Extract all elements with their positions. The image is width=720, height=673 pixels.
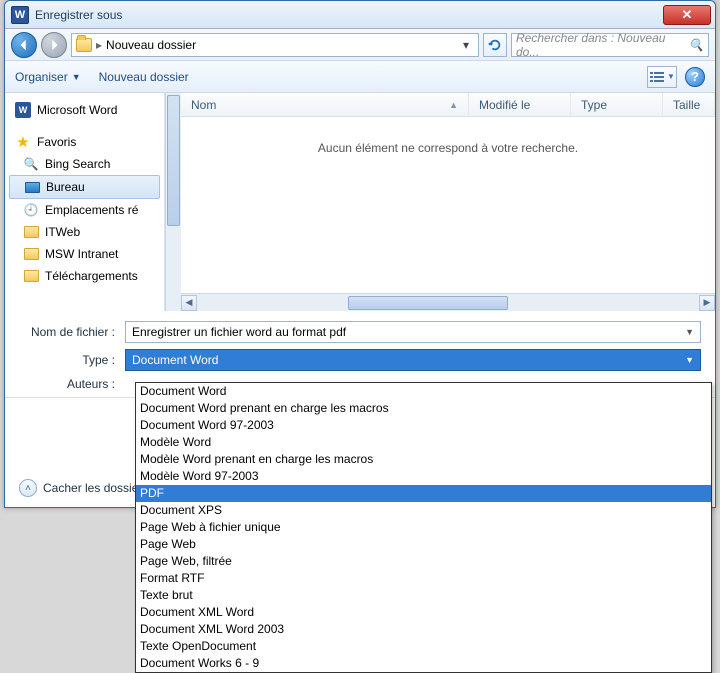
breadcrumb-location[interactable]: Nouveau dossier [106, 38, 196, 52]
list-view-icon [649, 71, 665, 83]
search-placeholder: Rechercher dans : Nouveau do... [516, 31, 685, 59]
column-size[interactable]: Taille [663, 93, 715, 116]
type-option[interactable]: Modèle Word prenant en charge les macros [136, 451, 711, 468]
tree-item-bureau[interactable]: Bureau [9, 175, 160, 199]
tree-item-bing[interactable]: 🔍 Bing Search [9, 153, 160, 175]
refresh-icon [488, 38, 502, 52]
type-option[interactable]: Document Works 6 - 9 [136, 655, 711, 672]
type-option[interactable]: Document XML Word [136, 604, 711, 621]
address-bar[interactable]: ▸ Nouveau dossier ▾ [71, 33, 479, 57]
forward-button[interactable] [41, 32, 67, 58]
back-button[interactable] [11, 32, 37, 58]
arrow-left-icon [17, 38, 31, 52]
chevron-up-icon: ˄ [19, 479, 37, 497]
type-dropdown-list[interactable]: Document WordDocument Word prenant en ch… [135, 382, 712, 673]
chevron-down-icon: ▼ [72, 72, 81, 82]
titlebar[interactable]: W Enregistrer sous ✕ [5, 1, 715, 29]
type-option[interactable]: Page Web, filtrée [136, 553, 711, 570]
folder-icon [76, 38, 92, 52]
recent-icon: 🕘 [23, 202, 39, 218]
type-option[interactable]: Modèle Word 97-2003 [136, 468, 711, 485]
new-folder-button[interactable]: Nouveau dossier [99, 70, 189, 84]
authors-label: Auteurs : [19, 377, 125, 391]
star-icon: ★ [15, 134, 31, 150]
window-title: Enregistrer sous [35, 8, 663, 22]
chevron-down-icon[interactable]: ▼ [685, 327, 694, 337]
filename-label: Nom de fichier : [19, 325, 125, 339]
type-option[interactable]: Document XPS [136, 502, 711, 519]
tree-item-downloads[interactable]: Téléchargements [9, 265, 160, 287]
scroll-left-button[interactable]: ◀ [181, 295, 197, 311]
column-headers[interactable]: Nom ▲ Modifié le Type Taille [181, 93, 715, 117]
scroll-right-button[interactable]: ▶ [699, 295, 715, 311]
desktop-icon [24, 179, 40, 195]
column-type[interactable]: Type [571, 93, 663, 116]
type-option[interactable]: Modèle Word [136, 434, 711, 451]
folder-icon [23, 246, 39, 262]
type-option[interactable]: Texte OpenDocument [136, 638, 711, 655]
word-icon: W [11, 6, 29, 24]
type-option[interactable]: Page Web [136, 536, 711, 553]
nav-bar: ▸ Nouveau dossier ▾ Rechercher dans : No… [5, 29, 715, 61]
type-option[interactable]: Page Web à fichier unique [136, 519, 711, 536]
type-option[interactable]: PDF [136, 485, 711, 502]
filename-input[interactable]: Enregistrer un fichier word au format pd… [125, 321, 701, 343]
column-name[interactable]: Nom ▲ [181, 93, 469, 116]
toolbar: Organiser ▼ Nouveau dossier ▼ ? [5, 61, 715, 93]
tree-item-favorites[interactable]: ★ Favoris [9, 131, 160, 153]
search-box[interactable]: Rechercher dans : Nouveau do... 🔍 [511, 33, 709, 57]
column-modified[interactable]: Modifié le [469, 93, 571, 116]
tree-item-msword[interactable]: W Microsoft Word [9, 99, 160, 121]
chevron-down-icon: ▼ [667, 72, 675, 81]
close-button[interactable]: ✕ [663, 5, 711, 25]
type-label: Type : [19, 353, 125, 367]
file-list[interactable]: Nom ▲ Modifié le Type Taille Aucun éléme… [181, 93, 715, 311]
empty-message: Aucun élément ne correspond à votre rech… [181, 117, 715, 179]
horizontal-scrollbar[interactable]: ◀ ▶ [181, 293, 715, 311]
search-icon: 🔍 [689, 37, 704, 53]
arrow-right-icon [47, 38, 61, 52]
sort-indicator-icon: ▲ [449, 100, 458, 110]
type-option[interactable]: Document Word 97-2003 [136, 417, 711, 434]
tree-item-msw[interactable]: MSW Intranet [9, 243, 160, 265]
tree-item-recent[interactable]: 🕘 Emplacements ré [9, 199, 160, 221]
folder-icon [23, 224, 39, 240]
chevron-down-icon[interactable]: ▼ [685, 355, 694, 365]
refresh-button[interactable] [483, 33, 507, 57]
hide-folders-toggle[interactable]: ˄ Cacher les dossier [19, 479, 142, 497]
breadcrumb-sep: ▸ [96, 38, 102, 52]
type-option[interactable]: Format RTF [136, 570, 711, 587]
type-select[interactable]: Document Word ▼ [125, 349, 701, 371]
folder-tree[interactable]: W Microsoft Word ★ Favoris 🔍 Bing Search… [5, 93, 165, 311]
tree-scrollbar[interactable] [165, 93, 181, 311]
type-option[interactable]: Document XML Word 2003 [136, 621, 711, 638]
search-icon: 🔍 [23, 156, 39, 172]
address-dropdown-icon[interactable]: ▾ [458, 38, 474, 52]
type-option[interactable]: Texte brut [136, 587, 711, 604]
type-option[interactable]: Document Word [136, 383, 711, 400]
type-option[interactable]: Document Word prenant en charge les macr… [136, 400, 711, 417]
scroll-thumb[interactable] [348, 296, 508, 310]
tree-item-itweb[interactable]: ITWeb [9, 221, 160, 243]
word-icon: W [15, 102, 31, 118]
organize-menu[interactable]: Organiser ▼ [15, 70, 81, 84]
help-button[interactable]: ? [685, 67, 705, 87]
folder-icon [23, 268, 39, 284]
view-options-button[interactable]: ▼ [647, 66, 677, 88]
